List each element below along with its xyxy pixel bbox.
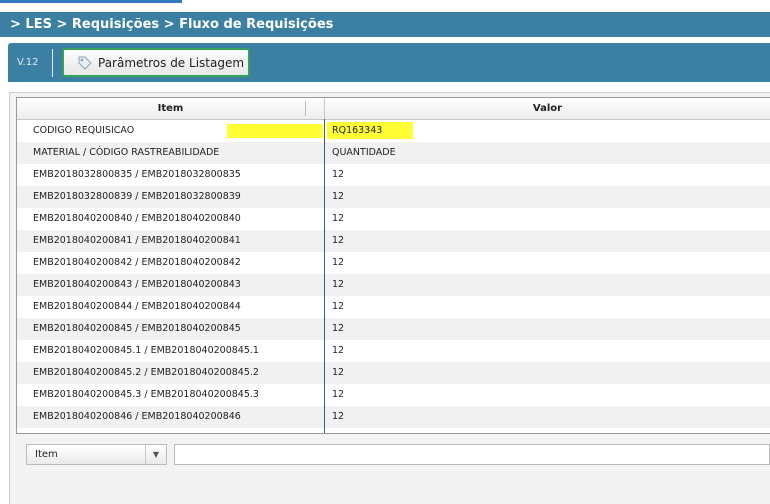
table-row[interactable]: EMB2018040200845.2 / EMB2018040200845.2 1…	[17, 362, 770, 384]
table-row[interactable]: EMB2018040200845 / EMB2018040200845 12	[17, 318, 770, 340]
cell-valor: QUANTIDADE	[325, 142, 770, 164]
cell-valor-text: 12	[332, 411, 345, 422]
table-row[interactable]: EMB2018040200844 / EMB2018040200844 12	[17, 296, 770, 318]
cell-valor: 12	[325, 296, 770, 318]
column-header-item[interactable]: Item	[17, 98, 324, 119]
cell-item: MATERIAL / CÓDIGO RASTREABILIDADE	[17, 142, 325, 164]
cell-item-text: EMB2018040200840 / EMB2018040200840	[33, 213, 241, 224]
cell-item-text: EMB2018040200846 / EMB2018040200846	[33, 411, 241, 422]
cell-valor: RQ163343	[325, 120, 770, 142]
filter-input[interactable]	[174, 444, 770, 465]
cell-item-text: MATERIAL / CÓDIGO RASTREABILIDADE	[33, 147, 220, 158]
top-accent-bar	[0, 0, 182, 3]
cell-valor: 12	[325, 274, 770, 296]
cell-valor-text: 12	[332, 257, 345, 268]
cell-valor: 12	[325, 252, 770, 274]
cell-valor-text: RQ163343	[332, 125, 383, 136]
cell-valor: 12	[325, 384, 770, 406]
cell-item-text: CODIGO REQUISICAO	[33, 125, 135, 136]
cell-item: EMB2018040200845.3 / EMB2018040200845.3	[17, 384, 325, 406]
cell-item: EMB2018040200840 / EMB2018040200840	[17, 208, 325, 230]
cell-item: EMB2018040200845.2 / EMB2018040200845.2	[17, 362, 325, 384]
cell-valor-text: 12	[332, 301, 345, 312]
cell-item: EMB2018040200843 / EMB2018040200843	[17, 274, 325, 296]
grid-body: CODIGO REQUISICAO RQ163343 MATERIAL / CÓDI…	[17, 120, 770, 428]
cell-valor: 12	[325, 406, 770, 428]
table-row[interactable]: EMB2018040200842 / EMB2018040200842 12	[17, 252, 770, 274]
table-row[interactable]: EMB2018040200845.3 / EMB2018040200845.3 1…	[17, 384, 770, 406]
grid-header: Item Valor	[17, 98, 770, 120]
column-header-valor[interactable]: Valor	[324, 98, 770, 119]
cell-item-text: EMB2018040200845 / EMB2018040200845	[33, 323, 241, 334]
table-row[interactable]: EMB2018032800839 / EMB2018032800839 12	[17, 186, 770, 208]
breadcrumb: > LES > Requisições > Fluxo de Requisiçõ…	[0, 12, 770, 37]
cell-item: EMB2018040200846 / EMB2018040200846	[17, 406, 325, 428]
cell-valor: 12	[325, 186, 770, 208]
cell-item-text: EMB2018040200843 / EMB2018040200843	[33, 279, 241, 290]
cell-item: CODIGO REQUISICAO	[17, 120, 325, 142]
cell-valor-text: 12	[332, 235, 345, 246]
version-label: V.12	[17, 57, 39, 68]
table-row[interactable]: CODIGO REQUISICAO RQ163343	[17, 120, 770, 142]
cell-item: EMB2018040200845 / EMB2018040200845	[17, 318, 325, 340]
cell-item: EMB2018040200845.1 / EMB2018040200845.1	[17, 340, 325, 362]
cell-valor-text: 12	[332, 323, 345, 334]
cell-item: EMB2018040200841 / EMB2018040200841	[17, 230, 325, 252]
cell-valor-text: 12	[332, 279, 345, 290]
cell-valor-text: 12	[332, 367, 345, 378]
cell-item-text: EMB2018040200845.3 / EMB2018040200845.3	[33, 389, 259, 400]
cell-valor-text: 12	[332, 389, 345, 400]
table-row[interactable]: EMB2018040200843 / EMB2018040200843 12	[17, 274, 770, 296]
grid-bottom-border	[16, 433, 770, 434]
table-row[interactable]: EMB2018040200845.1 / EMB2018040200845.1 1…	[17, 340, 770, 362]
cell-valor: 12	[325, 362, 770, 384]
cell-valor: 12	[325, 230, 770, 252]
chevron-down-icon[interactable]: ▼	[145, 445, 166, 464]
cell-item-text: EMB2018040200844 / EMB2018040200844	[33, 301, 241, 312]
table-row[interactable]: EMB2018040200841 / EMB2018040200841 12	[17, 230, 770, 252]
data-grid: Item Valor CODIGO REQUISICAO RQ163343 MATE…	[16, 97, 770, 434]
cell-item-text: EMB2018040200845.1 / EMB2018040200845.1	[33, 345, 259, 356]
cell-valor: 12	[325, 208, 770, 230]
toolbar-divider	[52, 49, 53, 77]
cell-valor-text: QUANTIDADE	[332, 147, 396, 158]
cell-item-text: EMB2018032800839 / EMB2018032800839	[33, 191, 241, 202]
cell-item: EMB2018032800835 / EMB2018032800835	[17, 164, 325, 186]
table-row[interactable]: MATERIAL / CÓDIGO RASTREABILIDADE QUANTID…	[17, 142, 770, 164]
cell-item-text: EMB2018040200845.2 / EMB2018040200845.2	[33, 367, 259, 378]
tag-icon	[77, 55, 92, 70]
table-row[interactable]: EMB2018040200840 / EMB2018040200840 12	[17, 208, 770, 230]
highlight-mark	[227, 124, 323, 138]
cell-valor-text: 12	[332, 191, 345, 202]
filter-field-select[interactable]: Item ▼	[26, 444, 167, 465]
cell-valor: 12	[325, 164, 770, 186]
toolbar: V.12 Parâmetros de Listagem	[8, 43, 770, 82]
cell-valor-text: 12	[332, 345, 345, 356]
column-divider	[324, 119, 325, 434]
cell-item-text: EMB2018032800835 / EMB2018032800835	[33, 169, 241, 180]
cell-item: EMB2018032800839 / EMB2018032800839	[17, 186, 325, 208]
cell-valor: 12	[325, 340, 770, 362]
cell-item-text: EMB2018040200842 / EMB2018040200842	[33, 257, 241, 268]
cell-item: EMB2018040200844 / EMB2018040200844	[17, 296, 325, 318]
listing-parameters-button[interactable]: Parâmetros de Listagem	[62, 48, 250, 77]
table-row[interactable]: EMB2018032800835 / EMB2018032800835 12	[17, 164, 770, 186]
filter-field-value: Item	[35, 449, 58, 460]
cell-valor-text: 12	[332, 169, 345, 180]
listing-parameters-label: Parâmetros de Listagem	[98, 55, 245, 70]
cell-valor: 12	[325, 318, 770, 340]
cell-item: EMB2018040200842 / EMB2018040200842	[17, 252, 325, 274]
table-row[interactable]: EMB2018040200846 / EMB2018040200846 12	[17, 406, 770, 428]
cell-valor-text: 12	[332, 213, 345, 224]
cell-item-text: EMB2018040200841 / EMB2018040200841	[33, 235, 241, 246]
